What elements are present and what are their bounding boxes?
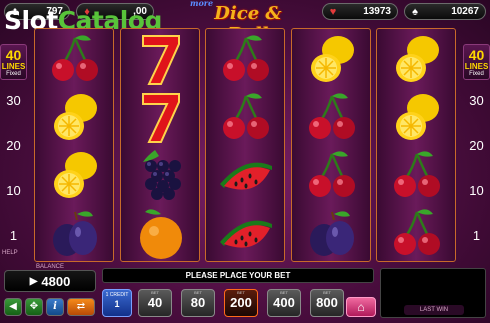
lines-count: 40 bbox=[468, 47, 485, 63]
cherry-icon bbox=[387, 148, 447, 203]
plum-icon bbox=[302, 206, 362, 261]
message-bar: PLEASE PLACE YOUR BET bbox=[102, 268, 374, 283]
jackpot-counter-spades-value: 10267 bbox=[451, 6, 479, 17]
lines-count-box: 40 LINES Fixed bbox=[0, 44, 27, 80]
last-win-box: LAST WIN bbox=[380, 268, 486, 318]
reel-3 bbox=[205, 28, 285, 262]
lemon-icon bbox=[387, 32, 447, 87]
home-button[interactable]: ⌂ bbox=[346, 297, 376, 317]
cherry-icon bbox=[387, 206, 447, 261]
watermelon-icon bbox=[216, 148, 276, 203]
balance-display: ▶ 4800 bbox=[4, 270, 96, 292]
cherry-icon bbox=[302, 148, 362, 203]
lines-count: 40 bbox=[5, 47, 22, 63]
watermelon-icon bbox=[216, 206, 276, 261]
line-number: 10 bbox=[6, 183, 21, 198]
fixed-label: Fixed bbox=[6, 71, 21, 77]
seven-icon bbox=[131, 90, 191, 145]
reel-4 bbox=[291, 28, 371, 262]
cherry-icon bbox=[302, 90, 362, 145]
lines-count-box: 40 LINES Fixed bbox=[463, 44, 490, 80]
gamble-button[interactable]: ⇄ bbox=[67, 298, 95, 316]
cherry-icon bbox=[45, 32, 105, 87]
reels-area bbox=[34, 28, 456, 262]
play-icon: ▶ bbox=[29, 275, 38, 287]
last-win-label: LAST WIN bbox=[404, 305, 464, 315]
cherry-icon bbox=[216, 90, 276, 145]
jackpot-counter-hearts: ♥ 13973 bbox=[322, 3, 398, 20]
line-number: 30 bbox=[469, 93, 484, 108]
lines-panel-right: 40 LINES Fixed 30 20 10 1 bbox=[463, 32, 490, 260]
line-number: 1 bbox=[9, 228, 18, 243]
fullscreen-button[interactable]: ✥ bbox=[25, 298, 43, 316]
credit-label: 1 CREDIT bbox=[105, 292, 129, 298]
plum-icon bbox=[45, 206, 105, 261]
bet-value: 200 bbox=[230, 295, 252, 310]
lines-panel-left: 40 LINES Fixed 30 20 10 1 HELP bbox=[0, 32, 27, 260]
bet-button-80[interactable]: BET 80 bbox=[181, 289, 215, 317]
bet-value: 800 bbox=[316, 295, 338, 310]
home-icon: ⌂ bbox=[357, 300, 365, 314]
top-bar: ♣ 797 ♦ ,00 more Dice & Roll ♥ 13973 ♠ 1… bbox=[0, 0, 490, 45]
reel-1 bbox=[34, 28, 114, 262]
reel-5 bbox=[376, 28, 456, 262]
lemon-icon bbox=[387, 90, 447, 145]
message-text: PLEASE PLACE YOUR BET bbox=[185, 271, 291, 280]
speaker-icon: ◀ bbox=[9, 301, 17, 312]
expand-icon: ✥ bbox=[29, 301, 39, 312]
orange-icon bbox=[131, 206, 191, 261]
line-number: 1 bbox=[472, 228, 481, 243]
jackpot-counter-hearts-value: 13973 bbox=[363, 6, 391, 17]
bet-value: 40 bbox=[147, 295, 163, 310]
bet-value: 400 bbox=[273, 295, 295, 310]
heart-icon: ♥ bbox=[329, 6, 337, 18]
grapes-icon bbox=[131, 148, 191, 203]
bet-button-40[interactable]: BET 40 bbox=[138, 289, 172, 317]
lemon-icon bbox=[302, 32, 362, 87]
line-number: 20 bbox=[6, 138, 21, 153]
lemon-icon bbox=[45, 90, 105, 145]
bet-value: 80 bbox=[190, 295, 206, 310]
game-title: more Dice & Roll bbox=[190, 0, 300, 45]
help-label[interactable]: HELP bbox=[2, 250, 18, 256]
info-icon: i bbox=[53, 301, 57, 312]
credit-button[interactable]: 1 CREDIT 1 bbox=[102, 289, 132, 317]
cards-icon: ⇄ bbox=[76, 301, 86, 312]
fixed-label: Fixed bbox=[469, 71, 484, 77]
reel-2 bbox=[120, 28, 200, 262]
lemon-icon bbox=[45, 148, 105, 203]
line-number: 20 bbox=[469, 138, 484, 153]
credit-value: 1 bbox=[114, 299, 120, 309]
line-number: 30 bbox=[6, 93, 21, 108]
line-number: 10 bbox=[469, 183, 484, 198]
lines-label: LINES bbox=[464, 62, 489, 71]
seven-icon bbox=[131, 32, 191, 87]
lines-label: LINES bbox=[1, 62, 26, 71]
bet-button-800[interactable]: BET 800 bbox=[310, 289, 344, 317]
bet-button-200[interactable]: BET 200 bbox=[224, 289, 258, 317]
sound-button[interactable]: ◀ bbox=[4, 298, 22, 316]
info-button[interactable]: i bbox=[46, 298, 64, 316]
jackpot-counter-spades: ♠ 10267 bbox=[404, 3, 486, 20]
bet-button-400[interactable]: BET 400 bbox=[267, 289, 301, 317]
balance-value: 4800 bbox=[41, 273, 71, 289]
spade-icon: ♠ bbox=[412, 6, 418, 18]
cherry-icon bbox=[216, 32, 276, 87]
